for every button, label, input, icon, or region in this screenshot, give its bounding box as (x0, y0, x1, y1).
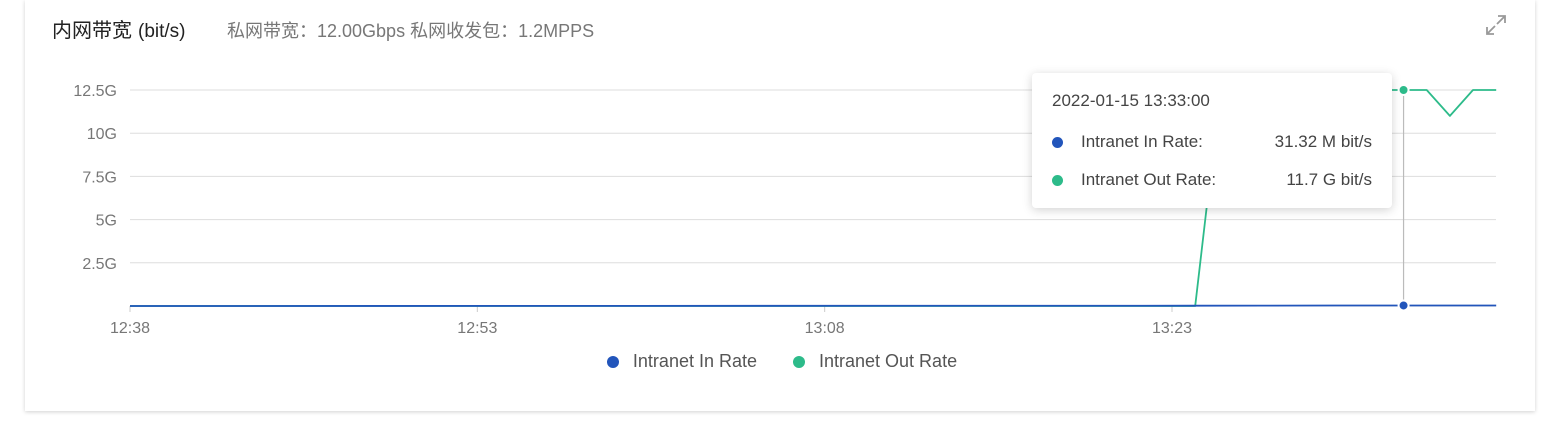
tooltip-time: 2022-01-15 13:33:00 (1052, 91, 1210, 110)
highlight-point-in-rate (1397, 299, 1410, 312)
tooltip-in-value: 31.32 M bit/s (1274, 132, 1372, 151)
tooltip-out-dot (1052, 174, 1063, 186)
tooltip-out-label: Intranet Out Rate: (1081, 170, 1217, 189)
highlight-point-out-rate (1397, 84, 1410, 96)
y-tick-label: 10G (87, 126, 117, 143)
chart-root: 内网带宽 (bit/s) 私网带宽：12.00Gbps 私网收发包：1.2MPP… (0, 0, 1550, 430)
tooltip-row-out-rate: Intranet Out Rate: 11.7 G bit/s (1052, 169, 1372, 191)
x-tick-label: 13:08 (805, 320, 845, 337)
tooltip-row-in-rate: Intranet In Rate: 31.32 M bit/s (1052, 131, 1372, 153)
series-in-rate-line (129, 304, 1497, 307)
legend-item-out-rate[interactable]: Intranet Out Rate (793, 351, 957, 372)
chart-tooltip: 2022-01-15 13:33:00 Intranet In Rate: 31… (1032, 73, 1392, 208)
chart-legend: Intranet In Rate Intranet Out Rate (0, 351, 1550, 372)
legend-out-label: Intranet Out Rate (819, 351, 958, 371)
y-tick-label: 5G (96, 213, 117, 230)
legend-out-dot (793, 355, 805, 368)
x-tick-label: 13:23 (1152, 320, 1192, 337)
y-tick-label: 7.5G (82, 169, 117, 186)
legend-item-in-rate[interactable]: Intranet In Rate (606, 351, 757, 372)
y-tick-label: 12.5G (73, 83, 117, 100)
y-tick-label: 2.5G (82, 256, 117, 273)
legend-in-dot (606, 355, 619, 368)
x-tick-label: 12:53 (457, 320, 497, 337)
tooltip-out-value: 11.7 G bit/s (1286, 170, 1372, 189)
legend-in-label: Intranet In Rate (632, 351, 757, 371)
tooltip-in-dot (1052, 136, 1063, 148)
x-tick-label: 12:38 (110, 320, 150, 337)
tooltip-in-label: Intranet In Rate: (1081, 132, 1203, 151)
